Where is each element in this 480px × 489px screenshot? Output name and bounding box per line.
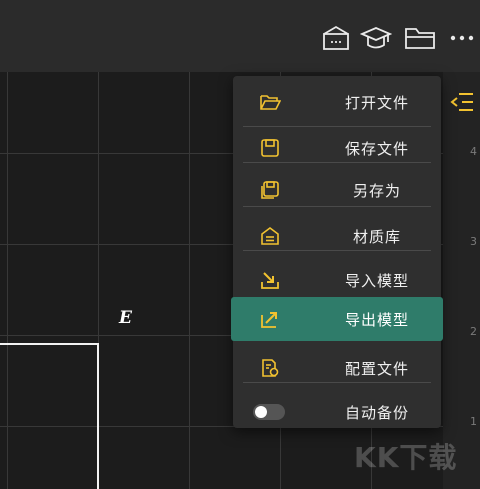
toggle-knob	[255, 406, 267, 418]
menu-item-label: 材质库	[352, 227, 401, 246]
menu-item-label: 配置文件	[344, 359, 409, 378]
folder-open-icon	[259, 91, 281, 113]
menu-item-save-file[interactable]: 保存文件	[233, 126, 441, 170]
menu-item-open-file[interactable]: 打开文件	[233, 80, 441, 124]
import-icon	[259, 269, 281, 291]
side-number: 4	[470, 145, 477, 158]
menu-item-material-library[interactable]: 材质库	[233, 214, 441, 258]
menu-item-config-file[interactable]: 配置文件	[233, 346, 441, 390]
menu-divider	[243, 162, 431, 163]
auto-backup-toggle[interactable]	[253, 404, 285, 420]
side-number: 3	[470, 235, 477, 248]
menu-item-import-model[interactable]: 导入模型	[233, 258, 441, 302]
material-library-icon	[259, 225, 281, 247]
menu-item-label: 保存文件	[344, 139, 409, 158]
side-number: 2	[470, 325, 477, 338]
export-icon	[259, 308, 281, 330]
panel-collapse-icon[interactable]	[448, 88, 476, 116]
menu-divider	[243, 250, 431, 251]
file-menu: 打开文件 保存文件 另存为 材质库 导入模型 导出模型 配置文件 自动备份	[231, 76, 443, 428]
menu-item-label: 另存为	[352, 181, 401, 200]
menu-item-label: 自动备份	[344, 403, 409, 422]
shape-outline[interactable]	[0, 343, 99, 489]
top-toolbar	[0, 0, 480, 72]
menu-item-label: 导入模型	[344, 271, 409, 290]
save-icon	[259, 137, 281, 159]
menu-divider	[243, 206, 431, 207]
watermark: KK下载	[354, 441, 458, 474]
point-label: E	[119, 308, 132, 328]
folder-icon[interactable]	[404, 22, 436, 54]
menu-item-auto-backup[interactable]: 自动备份	[233, 390, 441, 434]
graduation-cap-icon[interactable]	[360, 22, 392, 54]
menu-divider	[243, 382, 431, 383]
more-icon[interactable]	[446, 22, 478, 54]
menu-item-label: 打开文件	[344, 93, 409, 112]
menu-item-export-model[interactable]: 导出模型	[231, 297, 443, 341]
menu-item-label: 导出模型	[344, 310, 409, 329]
save-as-icon	[259, 179, 281, 201]
side-number: 1	[470, 415, 477, 428]
camera-box-icon[interactable]	[320, 22, 352, 54]
config-file-icon	[259, 357, 281, 379]
